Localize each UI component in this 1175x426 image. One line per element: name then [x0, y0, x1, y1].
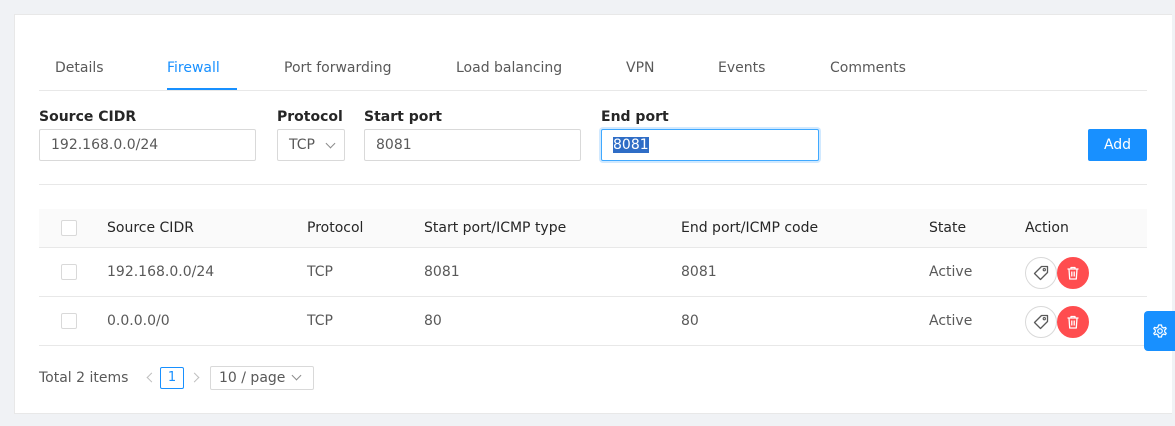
add-rule-button[interactable]: Add	[1088, 129, 1147, 161]
page-size-value: 10 / page	[219, 370, 286, 386]
protocol-select[interactable]: TCP	[277, 129, 345, 161]
tab-vpn[interactable]: VPN	[626, 60, 655, 76]
tab-port-forwarding[interactable]: Port forwarding	[284, 60, 392, 76]
tag-icon	[1033, 265, 1049, 281]
select-all-checkbox[interactable]	[61, 220, 77, 236]
tab-load-balancing[interactable]: Load balancing	[456, 60, 562, 76]
cell-protocol: TCP	[307, 313, 333, 329]
chevron-down-icon	[291, 370, 302, 381]
pagination-page-1[interactable]: 1	[160, 367, 184, 389]
cell-start-port: 80	[424, 313, 442, 329]
cell-source-cidr: 0.0.0.0/0	[107, 313, 170, 329]
table-row: 0.0.0.0/0 TCP 80 80 Active	[39, 297, 1147, 346]
tab-details[interactable]: Details	[55, 60, 104, 76]
tab-bar: Details Firewall Port forwarding Load ba…	[39, 47, 1147, 91]
active-tab-indicator	[167, 88, 237, 90]
delete-rule-button[interactable]	[1057, 306, 1089, 338]
firewall-rules-table: Source CIDR Protocol Start port/ICMP typ…	[39, 209, 1147, 346]
edit-tags-button[interactable]	[1025, 306, 1057, 338]
form-divider	[39, 184, 1147, 185]
cell-state: Active	[929, 264, 973, 280]
cell-start-port: 8081	[424, 264, 460, 280]
table-row: 192.168.0.0/24 TCP 8081 8081 Active	[39, 248, 1147, 297]
cell-end-port: 8081	[681, 264, 717, 280]
edit-tags-button[interactable]	[1025, 257, 1057, 289]
gear-icon	[1152, 324, 1167, 338]
row-checkbox[interactable]	[61, 313, 77, 329]
tag-icon	[1033, 314, 1049, 330]
chevron-down-icon	[325, 138, 336, 149]
column-header-protocol: Protocol	[307, 220, 364, 236]
delete-rule-button[interactable]	[1057, 257, 1089, 289]
delete-icon	[1067, 266, 1079, 280]
cell-protocol: TCP	[307, 264, 333, 280]
column-header-action: Action	[1025, 220, 1069, 236]
table-header: Source CIDR Protocol Start port/ICMP typ…	[39, 209, 1147, 248]
end-port-label: End port	[601, 109, 669, 125]
column-header-end-port: End port/ICMP code	[681, 220, 819, 236]
chevron-right-icon[interactable]	[189, 372, 200, 383]
column-header-state: State	[929, 220, 967, 236]
start-port-input[interactable]	[364, 129, 581, 161]
column-header-source-cidr: Source CIDR	[107, 220, 194, 236]
firewall-card: Details Firewall Port forwarding Load ba…	[14, 14, 1172, 414]
tab-comments[interactable]: Comments	[830, 60, 906, 76]
settings-drawer-handle[interactable]	[1144, 311, 1175, 351]
start-port-label: Start port	[364, 109, 442, 125]
protocol-select-value: TCP	[289, 137, 315, 153]
source-cidr-input[interactable]	[39, 129, 256, 161]
page-size-select[interactable]: 10 / page	[210, 366, 314, 390]
delete-icon	[1067, 315, 1079, 329]
cell-state: Active	[929, 313, 973, 329]
source-cidr-label: Source CIDR	[39, 109, 137, 125]
protocol-label: Protocol	[277, 109, 343, 125]
row-checkbox[interactable]	[61, 264, 77, 280]
cell-source-cidr: 192.168.0.0/24	[107, 264, 215, 280]
end-port-input[interactable]	[601, 129, 819, 161]
chevron-left-icon[interactable]	[146, 372, 157, 383]
tab-events[interactable]: Events	[718, 60, 765, 76]
cell-end-port: 80	[681, 313, 699, 329]
pagination-total: Total 2 items	[39, 370, 129, 386]
tab-firewall[interactable]: Firewall	[167, 60, 220, 76]
column-header-start-port: Start port/ICMP type	[424, 220, 567, 236]
